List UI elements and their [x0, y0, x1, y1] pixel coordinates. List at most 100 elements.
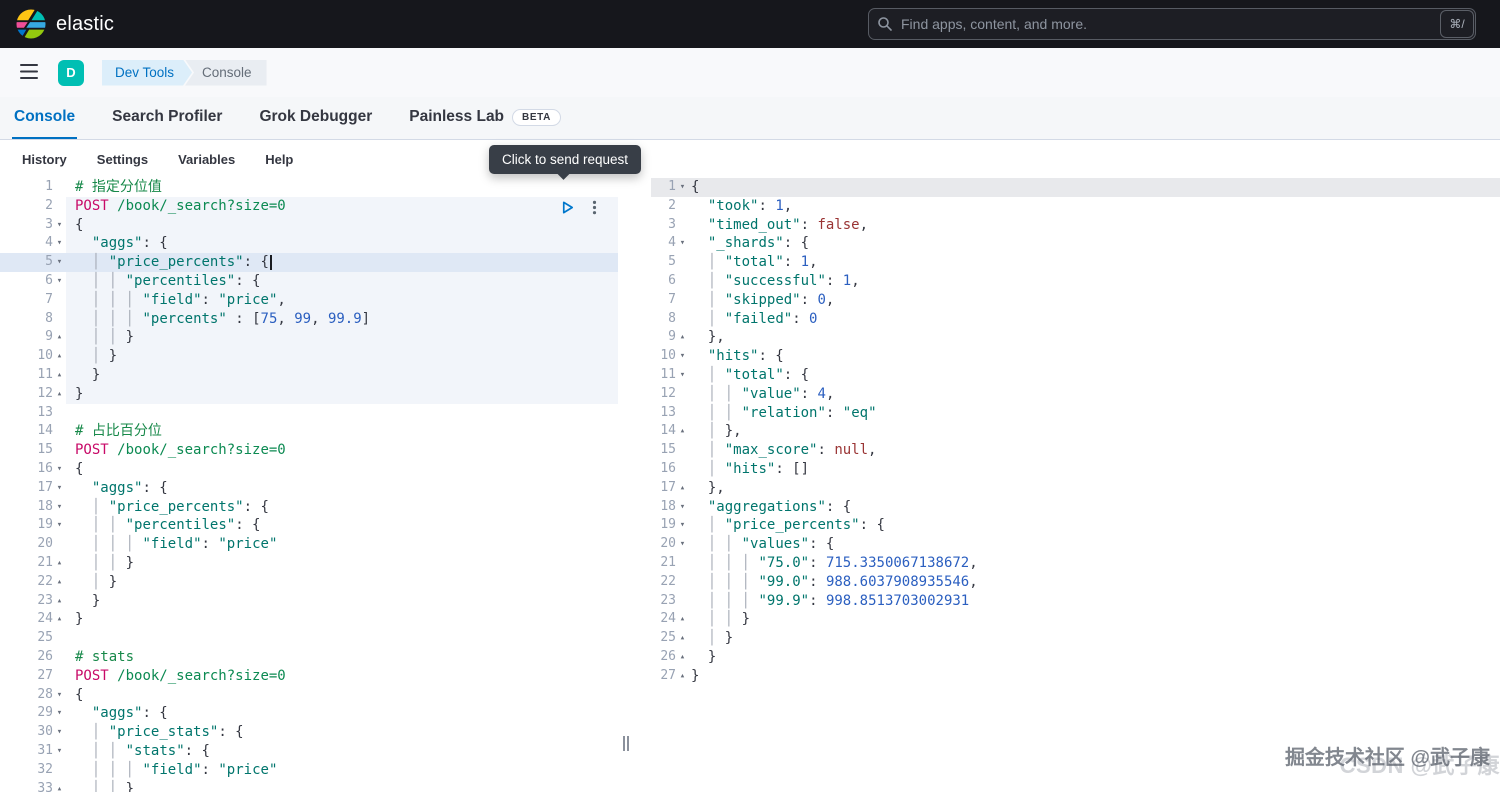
editor-line[interactable]: 20 │ │ │ "field": "price" — [0, 535, 618, 554]
fold-toggle-icon[interactable]: ▾ — [676, 347, 689, 366]
breadcrumb-console[interactable]: Console — [185, 59, 267, 86]
gutter[interactable]: 2 — [651, 197, 689, 216]
gutter[interactable]: 11 ▴ — [0, 366, 66, 385]
editor-line[interactable]: 27 POST /book/_search?size=0 — [0, 667, 618, 686]
gutter[interactable]: 21 — [651, 554, 689, 573]
editor-line[interactable]: 32 │ │ │ "field": "price" — [0, 761, 618, 780]
code-line[interactable]: "aggs": { — [66, 704, 618, 723]
gutter[interactable]: 7 — [0, 291, 66, 310]
fold-toggle-icon[interactable]: ▴ — [53, 592, 66, 611]
gutter[interactable]: 11 ▾ — [651, 366, 689, 385]
editor-line[interactable]: 12 ▴} — [0, 384, 618, 404]
code-line[interactable]: } — [689, 648, 1500, 667]
editor-line[interactable]: 6 ▾ │ │ "percentiles": { — [0, 271, 618, 291]
response-line[interactable]: 1 ▾{ — [651, 178, 1500, 197]
gutter[interactable]: 26 — [0, 648, 66, 667]
response-line[interactable]: 19 ▾ │ "price_percents": { — [651, 516, 1500, 535]
response-line[interactable]: 23 │ │ │ "99.9": 998.8513703002931 — [651, 592, 1500, 611]
editor-line[interactable]: 15 POST /book/_search?size=0 — [0, 441, 618, 460]
tab-grok-debugger[interactable]: Grok Debugger — [257, 97, 374, 139]
code-line[interactable]: │ │ │ "percents" : [75, 99, 99.9] — [66, 309, 618, 329]
code-line[interactable]: │ │ } — [66, 780, 618, 792]
gutter[interactable]: 9 ▴ — [0, 328, 66, 347]
gutter[interactable]: 4 ▾ — [0, 234, 66, 253]
response-line[interactable]: 21 │ │ │ "75.0": 715.3350067138672, — [651, 554, 1500, 573]
editor-line[interactable]: 16 ▾ { — [0, 460, 618, 479]
response-line[interactable]: 9 ▴ }, — [651, 328, 1500, 347]
help-button[interactable]: Help — [259, 148, 299, 171]
code-line[interactable]: │ "max_score": null, — [689, 441, 1500, 460]
response-line[interactable]: 25 ▴ │ } — [651, 629, 1500, 648]
gutter[interactable]: 12 ▴ — [0, 385, 66, 404]
fold-toggle-icon[interactable]: ▾ — [676, 178, 689, 197]
editor-line[interactable]: 30 ▾ │ "price_stats": { — [0, 723, 618, 742]
code-line[interactable]: │ │ "stats": { — [66, 742, 618, 761]
gutter[interactable]: 18 ▾ — [651, 498, 689, 517]
gutter[interactable]: 28 ▾ — [0, 686, 66, 705]
gutter[interactable]: 7 — [651, 291, 689, 310]
response-line[interactable]: 22 │ │ │ "99.0": 988.6037908935546, — [651, 573, 1500, 592]
editor-line[interactable]: 23 ▴ } — [0, 592, 618, 611]
code-line[interactable]: │ "skipped": 0, — [689, 291, 1500, 310]
editor-line[interactable]: 28 ▾ { — [0, 686, 618, 705]
editor-line[interactable]: 11 ▴ } — [0, 365, 618, 385]
code-line[interactable]: }, — [689, 479, 1500, 498]
editor-line[interactable]: 8 │ │ │ "percents" : [75, 99, 99.9] — [0, 309, 618, 329]
gutter[interactable]: 2 — [0, 197, 66, 216]
fold-toggle-icon[interactable]: ▴ — [53, 573, 66, 592]
gutter[interactable]: 27 ▴ — [651, 667, 689, 686]
code-line[interactable]: │ │ "relation": "eq" — [689, 404, 1500, 423]
response-line[interactable]: 6 │ "successful": 1, — [651, 272, 1500, 291]
code-line[interactable]: { — [66, 460, 618, 479]
gutter[interactable]: 26 ▴ — [651, 648, 689, 667]
breadcrumb-dev-tools[interactable]: Dev Tools — [102, 60, 192, 86]
code-line[interactable]: │ } — [689, 629, 1500, 648]
editor-line[interactable]: 25 — [0, 629, 618, 648]
tab-painless-lab[interactable]: Painless Lab BETA — [407, 97, 563, 139]
code-line[interactable]: POST /book/_search?size=0 — [66, 667, 618, 686]
tab-console[interactable]: Console — [12, 97, 78, 139]
gutter[interactable]: 20 ▾ — [651, 535, 689, 554]
gutter[interactable]: 8 — [0, 310, 66, 329]
code-line[interactable]: │ "hits": [] — [689, 460, 1500, 479]
response-line[interactable]: 4 ▾ "_shards": { — [651, 234, 1500, 253]
gutter[interactable]: 3 ▾ — [0, 216, 66, 235]
response-line[interactable]: 24 ▴ │ │ } — [651, 610, 1500, 629]
gutter[interactable]: 23 ▴ — [0, 592, 66, 611]
code-line[interactable]: │ │ "percentiles": { — [66, 271, 618, 291]
editor-line[interactable]: 3 ▾ { — [0, 215, 618, 235]
fold-toggle-icon[interactable]: ▾ — [676, 498, 689, 517]
code-line[interactable]: │ │ "percentiles": { — [66, 516, 618, 535]
gutter[interactable]: 31 ▾ — [0, 742, 66, 761]
fold-toggle-icon[interactable]: ▾ — [53, 460, 66, 479]
fold-toggle-icon[interactable]: ▾ — [676, 366, 689, 385]
gutter[interactable]: 25 ▴ — [651, 629, 689, 648]
gutter[interactable]: 18 ▾ — [0, 498, 66, 517]
fold-toggle-icon[interactable]: ▾ — [53, 704, 66, 723]
gutter[interactable]: 3 — [651, 216, 689, 235]
gutter[interactable]: 23 — [651, 592, 689, 611]
code-line[interactable]: "timed_out": false, — [689, 216, 1500, 235]
code-line[interactable]: │ "total": 1, — [689, 253, 1500, 272]
elastic-home-link[interactable]: elastic — [16, 9, 114, 39]
request-editor[interactable]: 1 # 指定分位值 2 POST /book/_search?size=0 3 ▾{4 ▾ … — [0, 178, 618, 792]
response-line[interactable]: 20 ▾ │ │ "values": { — [651, 535, 1500, 554]
code-line[interactable]: "took": 1, — [689, 197, 1500, 216]
search-input[interactable] — [868, 8, 1476, 40]
fold-toggle-icon[interactable]: ▾ — [53, 234, 66, 253]
editor-line[interactable]: 21 ▴ │ │ } — [0, 554, 618, 573]
editor-line[interactable]: 31 ▾ │ │ "stats": { — [0, 742, 618, 761]
fold-toggle-icon[interactable]: ▴ — [676, 479, 689, 498]
gutter[interactable]: 1 — [0, 178, 66, 197]
editor-line[interactable]: 24 ▴} — [0, 610, 618, 629]
code-line[interactable]: │ │ │ "75.0": 715.3350067138672, — [689, 554, 1500, 573]
fold-toggle-icon[interactable]: ▴ — [676, 629, 689, 648]
code-line[interactable]: } — [66, 365, 618, 385]
gutter[interactable]: 29 ▾ — [0, 704, 66, 723]
code-line[interactable]: POST /book/_search?size=0 — [66, 441, 618, 460]
response-line[interactable]: 13 │ │ "relation": "eq" — [651, 404, 1500, 423]
editor-line[interactable]: 1 # 指定分位值 — [0, 178, 618, 197]
code-line[interactable]: │ "failed": 0 — [689, 310, 1500, 329]
fold-toggle-icon[interactable]: ▴ — [53, 554, 66, 573]
gutter[interactable]: 14 ▴ — [651, 422, 689, 441]
